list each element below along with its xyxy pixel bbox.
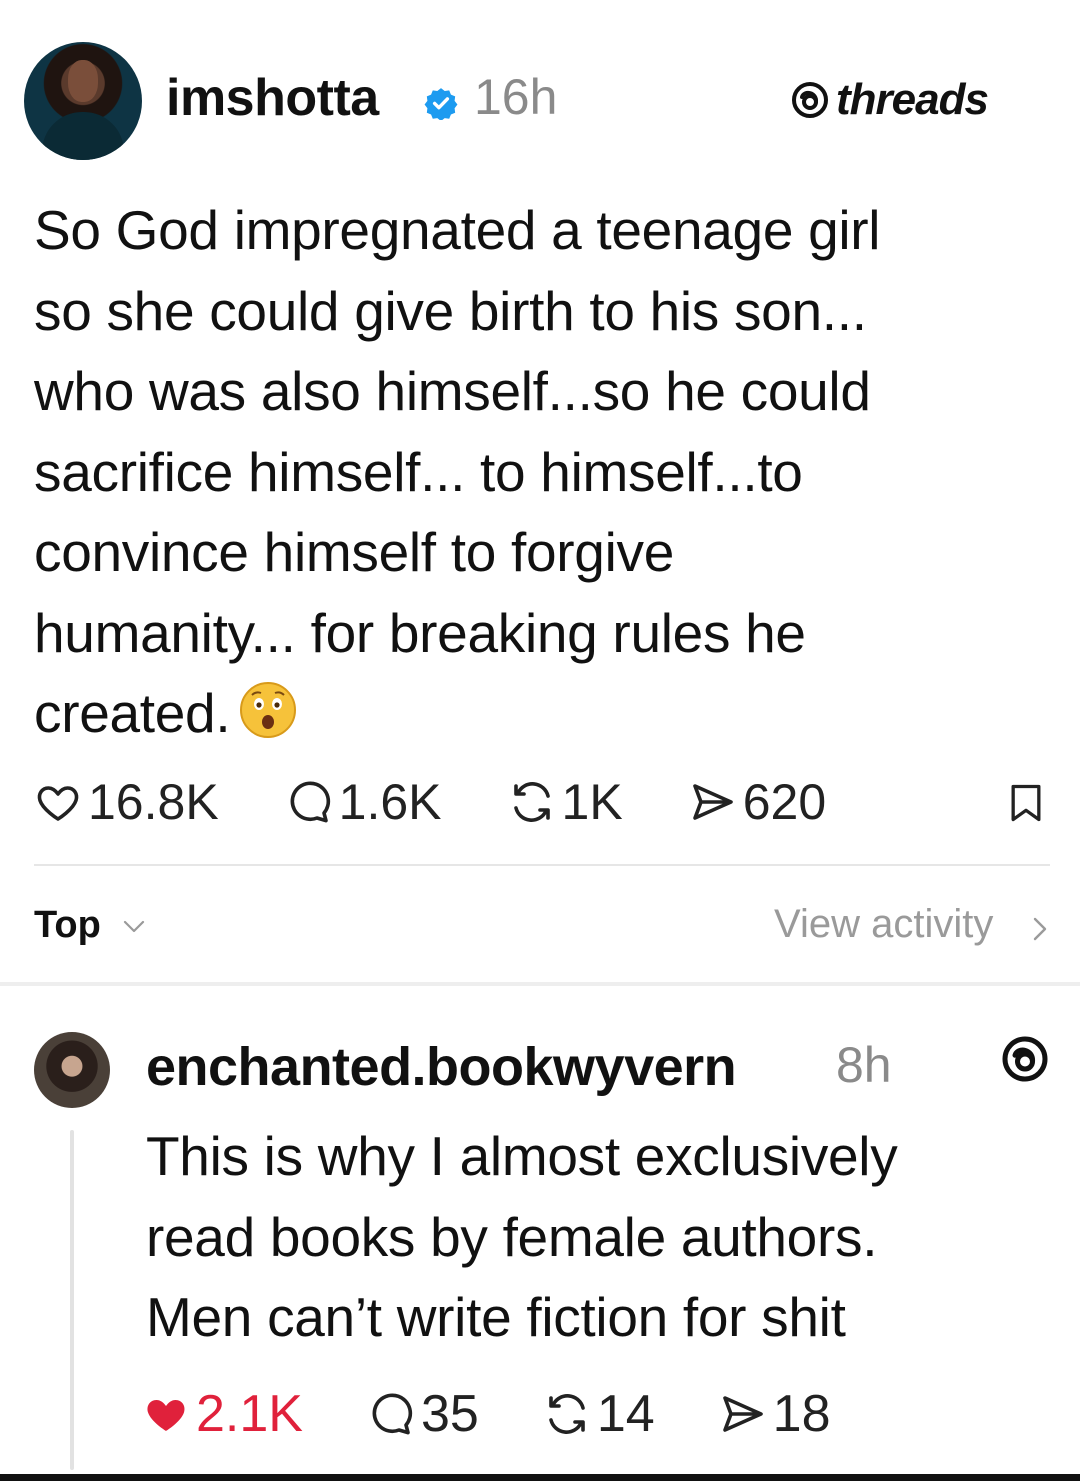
reply-repost-count: 14 xyxy=(596,1385,655,1443)
share-count: 620 xyxy=(742,774,827,830)
reply-timestamp: 8h xyxy=(836,1037,892,1093)
reply-author-avatar[interactable] xyxy=(34,1032,110,1108)
reply-count: 1.6K xyxy=(338,774,442,830)
post-text: So God impregnated a teenage girl so she… xyxy=(34,199,881,744)
repost-icon xyxy=(513,782,550,822)
reply-reply-button[interactable]: 35 xyxy=(367,1384,479,1444)
chevron-down-icon[interactable] xyxy=(122,918,146,936)
view-activity-link[interactable]: View activity xyxy=(774,902,993,947)
like-count: 16.8K xyxy=(88,774,219,830)
post-timestamp: 16h xyxy=(474,69,558,125)
like-button[interactable]: 16.8K xyxy=(34,773,219,831)
reply-action-bar: 2.1K 35 14 18 xyxy=(142,1384,831,1444)
threads-logo-icon xyxy=(792,82,828,118)
reply-share-count: 18 xyxy=(772,1385,831,1443)
reply-repost-button[interactable]: 14 xyxy=(543,1384,655,1444)
post-body: So God impregnated a teenage girl so she… xyxy=(34,190,1044,754)
repost-button[interactable]: 1K xyxy=(508,773,623,831)
heart-icon xyxy=(37,786,79,821)
bottom-edge xyxy=(0,1474,1080,1481)
threads-wordmark: threads xyxy=(836,75,989,124)
sort-dropdown[interactable]: Top xyxy=(34,904,101,947)
comment-icon xyxy=(372,1393,413,1435)
author-username[interactable]: imshotta xyxy=(166,68,379,128)
section-divider xyxy=(0,982,1080,986)
reply-like-button[interactable]: 2.1K xyxy=(142,1384,303,1444)
reply-reply-count: 35 xyxy=(420,1385,479,1443)
send-icon xyxy=(692,784,733,820)
threads-watermark: threads xyxy=(790,74,989,126)
comment-icon xyxy=(290,781,330,823)
threads-logo-icon[interactable] xyxy=(1000,1034,1050,1084)
heart-filled-icon xyxy=(147,1400,185,1431)
reply-button[interactable]: 1.6K xyxy=(285,773,442,831)
thread-line xyxy=(70,1130,74,1470)
share-button[interactable]: 620 xyxy=(689,773,826,831)
bookmark-icon[interactable] xyxy=(1004,780,1048,826)
reply-author-username[interactable]: enchanted.bookwyvern xyxy=(146,1036,737,1098)
divider xyxy=(34,864,1050,866)
reply-like-count: 2.1K xyxy=(196,1385,303,1443)
astonished-face-icon xyxy=(240,682,297,738)
repost-count: 1K xyxy=(561,774,623,830)
repost-icon xyxy=(549,1394,585,1434)
reply-share-button[interactable]: 18 xyxy=(719,1384,831,1444)
verified-badge-icon xyxy=(424,88,458,120)
reply-body: This is why I almost exclusively read bo… xyxy=(146,1125,898,1348)
author-avatar[interactable] xyxy=(24,42,142,160)
post-action-bar: 16.8K 1.6K 1K 620 xyxy=(34,772,826,832)
send-icon xyxy=(722,1396,763,1432)
chevron-right-icon[interactable] xyxy=(1030,914,1050,944)
